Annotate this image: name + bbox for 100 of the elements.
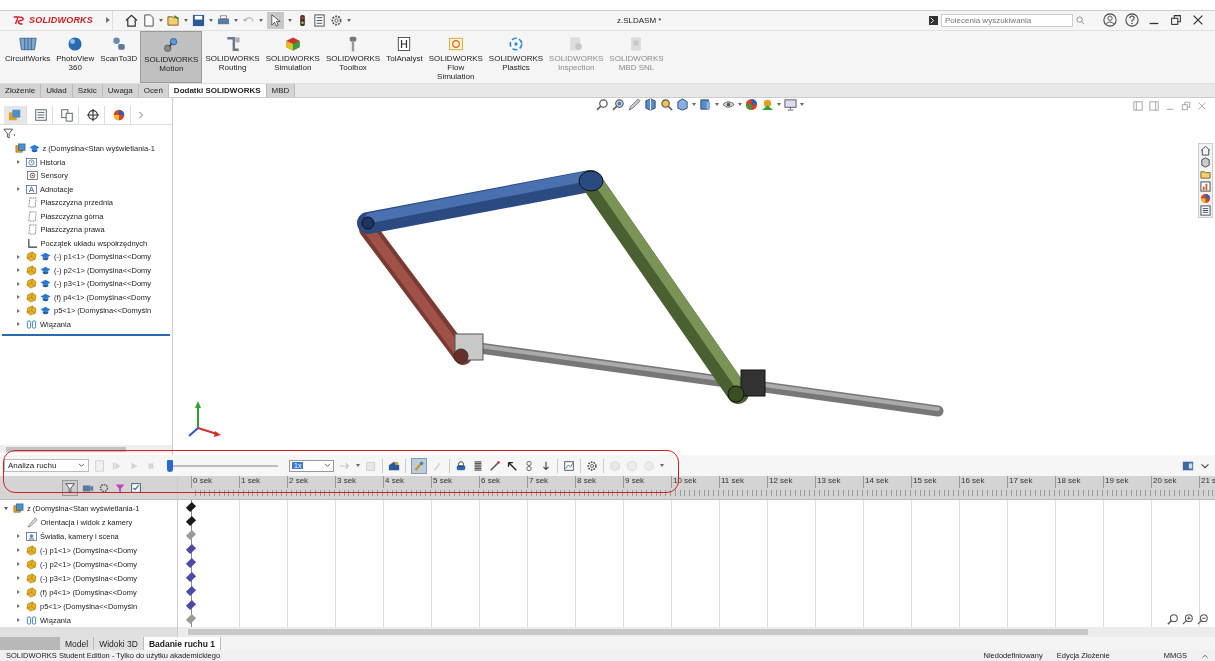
cube-icon[interactable] bbox=[1200, 156, 1211, 168]
restore-icon[interactable] bbox=[1169, 13, 1183, 28]
expand-arrow-icon[interactable] bbox=[17, 604, 20, 609]
expand-arrow-icon[interactable] bbox=[17, 576, 20, 581]
expand-arrow-icon[interactable] bbox=[17, 548, 20, 553]
dropdown-arrow-icon[interactable] bbox=[715, 103, 719, 107]
keyframe-marker[interactable] bbox=[185, 571, 197, 583]
document-tab[interactable]: Widoki 3D bbox=[94, 637, 144, 650]
pencil-icon[interactable] bbox=[628, 98, 641, 112]
document-tab[interactable]: Model bbox=[60, 637, 95, 650]
folder-icon[interactable] bbox=[1200, 168, 1211, 180]
dropdown-arrow-icon[interactable] bbox=[800, 103, 804, 107]
dropdown-arrow-icon[interactable] bbox=[356, 464, 360, 468]
home-icon[interactable] bbox=[1200, 144, 1211, 156]
results-plot-icon[interactable] bbox=[563, 459, 575, 472]
ribbon-button[interactable]: PhotoView 360 bbox=[53, 30, 98, 83]
keyframe-marker[interactable] bbox=[185, 557, 197, 569]
gravity-icon[interactable] bbox=[540, 459, 552, 472]
keyframe-marker[interactable] bbox=[185, 585, 197, 597]
list-icon[interactable] bbox=[1200, 204, 1211, 216]
study-type-dropdown[interactable]: Analiza ruchu bbox=[4, 459, 89, 473]
keyframe-marker[interactable] bbox=[185, 501, 197, 513]
scrollbar[interactable] bbox=[0, 627, 177, 638]
new-document-icon[interactable] bbox=[142, 13, 155, 27]
dropdown-arrow-icon[interactable] bbox=[347, 18, 351, 22]
contact-icon[interactable] bbox=[523, 459, 535, 472]
expand-arrow-icon[interactable] bbox=[17, 590, 20, 595]
motor-icon[interactable] bbox=[455, 459, 467, 472]
expand-arrow-icon[interactable] bbox=[17, 534, 20, 539]
zoom-out-icon[interactable] bbox=[1197, 613, 1209, 626]
document-tab[interactable]: Badanie ruchu 1 bbox=[143, 637, 222, 650]
settings-icon[interactable] bbox=[330, 13, 343, 27]
monitor-icon[interactable] bbox=[784, 98, 797, 112]
ribbon-button[interactable]: SOLIDWORKS Simulation bbox=[262, 30, 323, 83]
ribbon-button[interactable]: SOLIDWORKS Plastics bbox=[485, 30, 547, 83]
select-button[interactable] bbox=[267, 11, 284, 29]
expand-arrow-icon[interactable] bbox=[17, 322, 20, 327]
expand-arrow-icon[interactable] bbox=[4, 506, 8, 510]
filter-button[interactable] bbox=[62, 479, 78, 496]
section-view-icon[interactable] bbox=[644, 98, 657, 112]
scrollbar[interactable] bbox=[178, 627, 1215, 638]
zoom-in-icon[interactable] bbox=[1182, 613, 1194, 626]
autokey-button[interactable] bbox=[411, 457, 427, 474]
home-icon[interactable] bbox=[125, 13, 138, 27]
print-icon[interactable] bbox=[217, 13, 230, 27]
settings-icon[interactable] bbox=[586, 459, 598, 472]
zoom-to-fit-icon[interactable] bbox=[1167, 613, 1179, 626]
expand-arrow-icon[interactable] bbox=[17, 187, 20, 192]
appearance-icon[interactable] bbox=[745, 98, 758, 112]
chart-icon[interactable] bbox=[1200, 180, 1211, 192]
keyframe-marker[interactable] bbox=[185, 529, 197, 541]
dropdown-arrow-icon[interactable] bbox=[660, 464, 664, 468]
dropdown-arrow-icon[interactable] bbox=[234, 18, 238, 22]
search-field[interactable]: Polecenia wyszukiwania bbox=[941, 13, 1073, 27]
ribbon-button[interactable]: SOLIDWORKS Motion bbox=[140, 30, 203, 83]
ribbon-button[interactable]: SOLIDWORKS Flow Simulation bbox=[425, 30, 486, 83]
keyframe-marker[interactable] bbox=[185, 543, 197, 555]
feature-tree-tab-icon[interactable] bbox=[4, 105, 27, 124]
view-orientation-icon[interactable] bbox=[676, 98, 689, 112]
expand-arrow-icon[interactable] bbox=[17, 281, 20, 286]
expand-arrow-icon[interactable] bbox=[106, 17, 110, 24]
expand-arrow-icon[interactable] bbox=[17, 308, 20, 313]
ribbon-button[interactable]: TolAnalyst bbox=[383, 30, 426, 83]
display-style-icon[interactable] bbox=[699, 98, 712, 112]
keyframe-marker[interactable] bbox=[185, 613, 197, 625]
appearance-icon[interactable] bbox=[1200, 192, 1211, 204]
spring-icon[interactable] bbox=[472, 459, 484, 472]
ribbon-button[interactable]: SOLIDWORKS Routing bbox=[202, 30, 263, 83]
filter-icon[interactable] bbox=[3, 127, 17, 139]
layout-icon[interactable] bbox=[1182, 459, 1194, 472]
dropdown-arrow-icon[interactable] bbox=[738, 103, 742, 107]
zoom-area-icon[interactable] bbox=[612, 98, 625, 112]
dropdown-arrow-icon[interactable] bbox=[209, 18, 213, 22]
gear-icon[interactable] bbox=[98, 481, 110, 494]
dropdown-arrow-icon[interactable] bbox=[692, 103, 696, 107]
expand-arrow-icon[interactable] bbox=[17, 562, 20, 567]
ribbon-button[interactable]: ScanTo3D bbox=[97, 30, 141, 83]
zoom-to-fit-icon[interactable] bbox=[596, 98, 609, 112]
help-icon[interactable] bbox=[1125, 13, 1139, 28]
expand-arrow-icon[interactable] bbox=[17, 618, 20, 623]
checkbox-icon[interactable] bbox=[130, 481, 142, 494]
expand-arrow-icon[interactable] bbox=[17, 160, 20, 165]
keyframe-marker[interactable] bbox=[185, 599, 197, 611]
magnifier-icon[interactable] bbox=[660, 98, 673, 112]
animation-wizard-icon[interactable] bbox=[388, 459, 400, 472]
expand-arrow-icon[interactable] bbox=[17, 268, 20, 273]
ribbon-button[interactable]: SOLIDWORKS Toolbox bbox=[322, 30, 384, 83]
user-icon[interactable] bbox=[1103, 13, 1117, 28]
dropdown-arrow-icon[interactable] bbox=[288, 18, 292, 22]
ribbon-button[interactable]: CircuitWorks bbox=[2, 30, 54, 83]
force-arrow-icon[interactable] bbox=[506, 459, 518, 472]
keyframe-marker[interactable] bbox=[185, 515, 197, 527]
search-icon[interactable] bbox=[1076, 15, 1085, 25]
expand-arrow-icon[interactable] bbox=[17, 295, 20, 300]
expand-arrow-icon[interactable] bbox=[17, 254, 20, 259]
damper-icon[interactable] bbox=[489, 459, 501, 472]
save-icon[interactable] bbox=[192, 13, 205, 27]
file-properties-icon[interactable] bbox=[313, 13, 326, 27]
dropdown-arrow-icon[interactable] bbox=[184, 18, 188, 22]
scrollbar[interactable] bbox=[0, 445, 172, 454]
